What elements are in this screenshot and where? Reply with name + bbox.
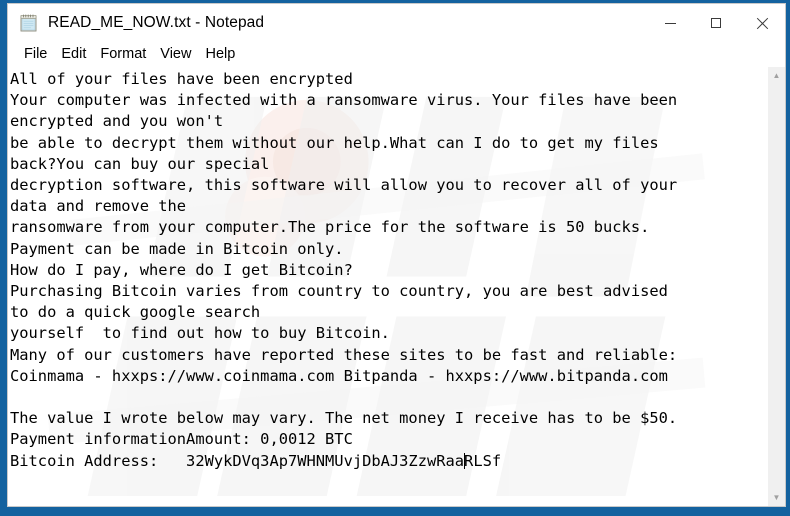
scrollbar-track[interactable] xyxy=(768,84,785,489)
ransom-note-text[interactable]: All of your files have been encrypted Yo… xyxy=(8,67,767,472)
note-text-after-caret: RLSf xyxy=(464,451,502,470)
minimize-button[interactable] xyxy=(647,4,693,42)
scrollbar-down-arrow-icon[interactable]: ▼ xyxy=(768,489,785,506)
note-text-before-caret: All of your files have been encrypted Yo… xyxy=(10,70,678,470)
minimize-icon xyxy=(664,22,676,24)
editor-region: All of your files have been encrypted Yo… xyxy=(8,66,785,506)
vertical-scrollbar[interactable]: ▲ ▼ xyxy=(767,67,785,506)
text-editor-area[interactable]: All of your files have been encrypted Yo… xyxy=(8,67,767,506)
menu-item-format[interactable]: Format xyxy=(93,45,153,64)
menu-bar: File Edit Format View Help xyxy=(8,42,785,66)
notepad-icon xyxy=(19,13,39,33)
title-bar[interactable]: READ_ME_NOW.txt - Notepad xyxy=(8,4,785,42)
maximize-button[interactable] xyxy=(693,4,739,42)
close-icon xyxy=(756,17,769,30)
menu-item-view[interactable]: View xyxy=(153,45,198,64)
menu-item-help[interactable]: Help xyxy=(198,45,242,64)
notepad-window: READ_ME_NOW.txt - Notepad File Edit Form… xyxy=(7,3,786,507)
window-controls xyxy=(647,4,785,42)
window-title: READ_ME_NOW.txt - Notepad xyxy=(48,14,265,31)
scrollbar-up-arrow-icon[interactable]: ▲ xyxy=(768,67,785,84)
close-button[interactable] xyxy=(739,4,785,42)
menu-item-file[interactable]: File xyxy=(17,45,54,64)
maximize-icon xyxy=(711,18,721,28)
menu-item-edit[interactable]: Edit xyxy=(54,45,93,64)
